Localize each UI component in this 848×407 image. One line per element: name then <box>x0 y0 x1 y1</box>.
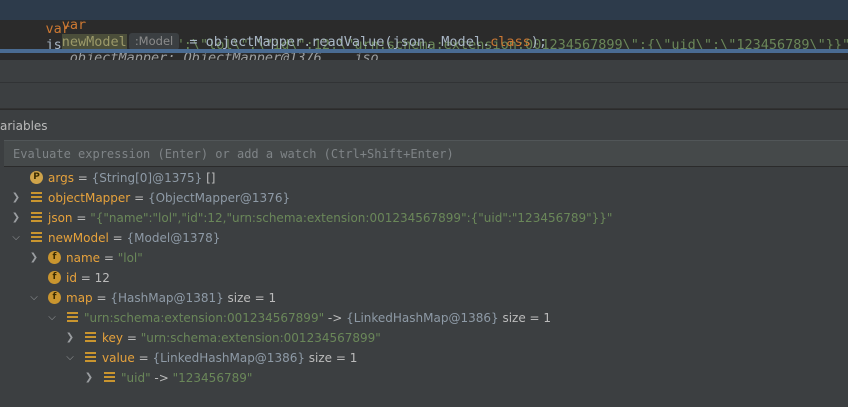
expand-right-icon[interactable]: ❯ <box>64 328 76 348</box>
var-type-args: {String[0]@1375} <box>91 171 203 185</box>
expand-right-icon[interactable]: ❯ <box>83 368 95 388</box>
watch-expression-bar[interactable] <box>4 140 848 167</box>
local-variable-icon <box>31 212 42 224</box>
expand-down-icon[interactable]: ⌵ <box>46 308 58 328</box>
entry-size: size = 1 <box>498 311 552 325</box>
uid-key: "uid" <box>121 371 151 385</box>
map-entry-icon <box>67 312 78 324</box>
var-size-map: size = 1 <box>223 291 277 305</box>
var-value-name: "lol" <box>117 251 143 265</box>
uid-value: "123456789" <box>172 371 253 385</box>
keyword-var: var <box>61 17 87 33</box>
expand-down-icon[interactable]: ⌵ <box>10 228 22 248</box>
var-type-newmodel: {Model@1378} <box>126 231 221 245</box>
tree-row-newmodel[interactable]: ⌵ newModel = {Model@1378} <box>0 228 848 248</box>
map-entry-icon <box>104 372 115 384</box>
var-name-id: id <box>66 271 77 285</box>
call-end: ); <box>530 34 547 50</box>
tree-row-map[interactable]: ⌵ f map = {HashMap@1381} size = 1 <box>0 288 848 308</box>
entry-field-icon <box>85 332 96 344</box>
var-type-objectmapper: {ObjectMapper@1376} <box>147 191 291 205</box>
var-name-args: args <box>48 171 74 185</box>
tree-row-name[interactable]: ❯ f name = "lol" <box>0 248 848 268</box>
field-icon: f <box>48 271 61 284</box>
expand-down-icon[interactable]: ⌵ <box>64 348 76 368</box>
tree-row-uid[interactable]: ❯ "uid" -> "123456789" <box>0 368 848 388</box>
entry-key: "urn:schema:extension:001234567899" <box>84 311 325 325</box>
tree-row-map-entry[interactable]: ⌵ "urn:schema:extension:001234567899" ->… <box>0 308 848 328</box>
tree-row-value[interactable]: ⌵ value = {LinkedHashMap@1386} size = 1 <box>0 348 848 368</box>
var-name-newmodel: newModel <box>48 231 109 245</box>
var-type-value: {LinkedHashMap@1386} <box>152 351 305 365</box>
local-variable-icon <box>31 232 42 244</box>
var-value-id: 12 <box>94 271 110 285</box>
expand-right-icon[interactable]: ❯ <box>28 248 40 268</box>
panel-title: ariables <box>0 119 48 133</box>
var-name-objectmapper: objectMapper <box>48 191 131 205</box>
keyword-class: class <box>490 34 531 50</box>
code-editor[interactable]: var json = "{\"name\":\"lol\",\"id\":12,… <box>0 0 848 60</box>
var-value-args: [] <box>202 171 216 185</box>
expand-down-icon[interactable]: ⌵ <box>28 288 40 308</box>
variable-newmodel[interactable]: newModel <box>61 34 127 50</box>
divider <box>0 82 848 83</box>
var-name-json: json <box>48 211 73 225</box>
parameter-icon: P <box>30 171 43 184</box>
tree-row-args[interactable]: P args = {String[0]@1375} [] <box>0 168 848 188</box>
tree-row-objectmapper[interactable]: ❯ objectMapper = {ObjectMapper@1376} <box>0 188 848 208</box>
evaluate-expression-input[interactable] <box>4 141 843 166</box>
tree-row-json[interactable]: ❯ json = "{"name":"lol","id":12,"urn:sch… <box>0 208 848 228</box>
var-size-value: size = 1 <box>304 351 358 365</box>
var-name-value: value <box>102 351 135 365</box>
type-hint-inlay: :Model <box>128 33 180 50</box>
field-icon: f <box>48 291 61 304</box>
read-value-call: = objectMapper.readValue(json, Model. <box>181 34 491 50</box>
var-name-name: name <box>66 251 101 265</box>
entry-field-icon <box>85 352 96 364</box>
local-variable-icon <box>31 192 42 204</box>
var-name-map: map <box>66 291 93 305</box>
current-line-bar <box>0 49 848 53</box>
var-name-key: key <box>102 331 124 345</box>
var-value-json: "{"name":"lol","id":12,"urn:schema:exten… <box>90 211 613 225</box>
field-icon: f <box>48 251 61 264</box>
expand-right-icon[interactable]: ❯ <box>10 208 22 228</box>
var-value-key: "urn:schema:extension:001234567899" <box>140 331 381 345</box>
entry-type: {LinkedHashMap@1386} <box>346 311 499 325</box>
var-type-map: {HashMap@1381} <box>110 291 224 305</box>
expand-right-icon[interactable]: ❯ <box>10 188 22 208</box>
debugger-toolstrip <box>0 60 848 109</box>
tree-row-id[interactable]: f id = 12 <box>0 268 848 288</box>
tree-row-key[interactable]: ❯ key = "urn:schema:extension:0012345678… <box>0 328 848 348</box>
